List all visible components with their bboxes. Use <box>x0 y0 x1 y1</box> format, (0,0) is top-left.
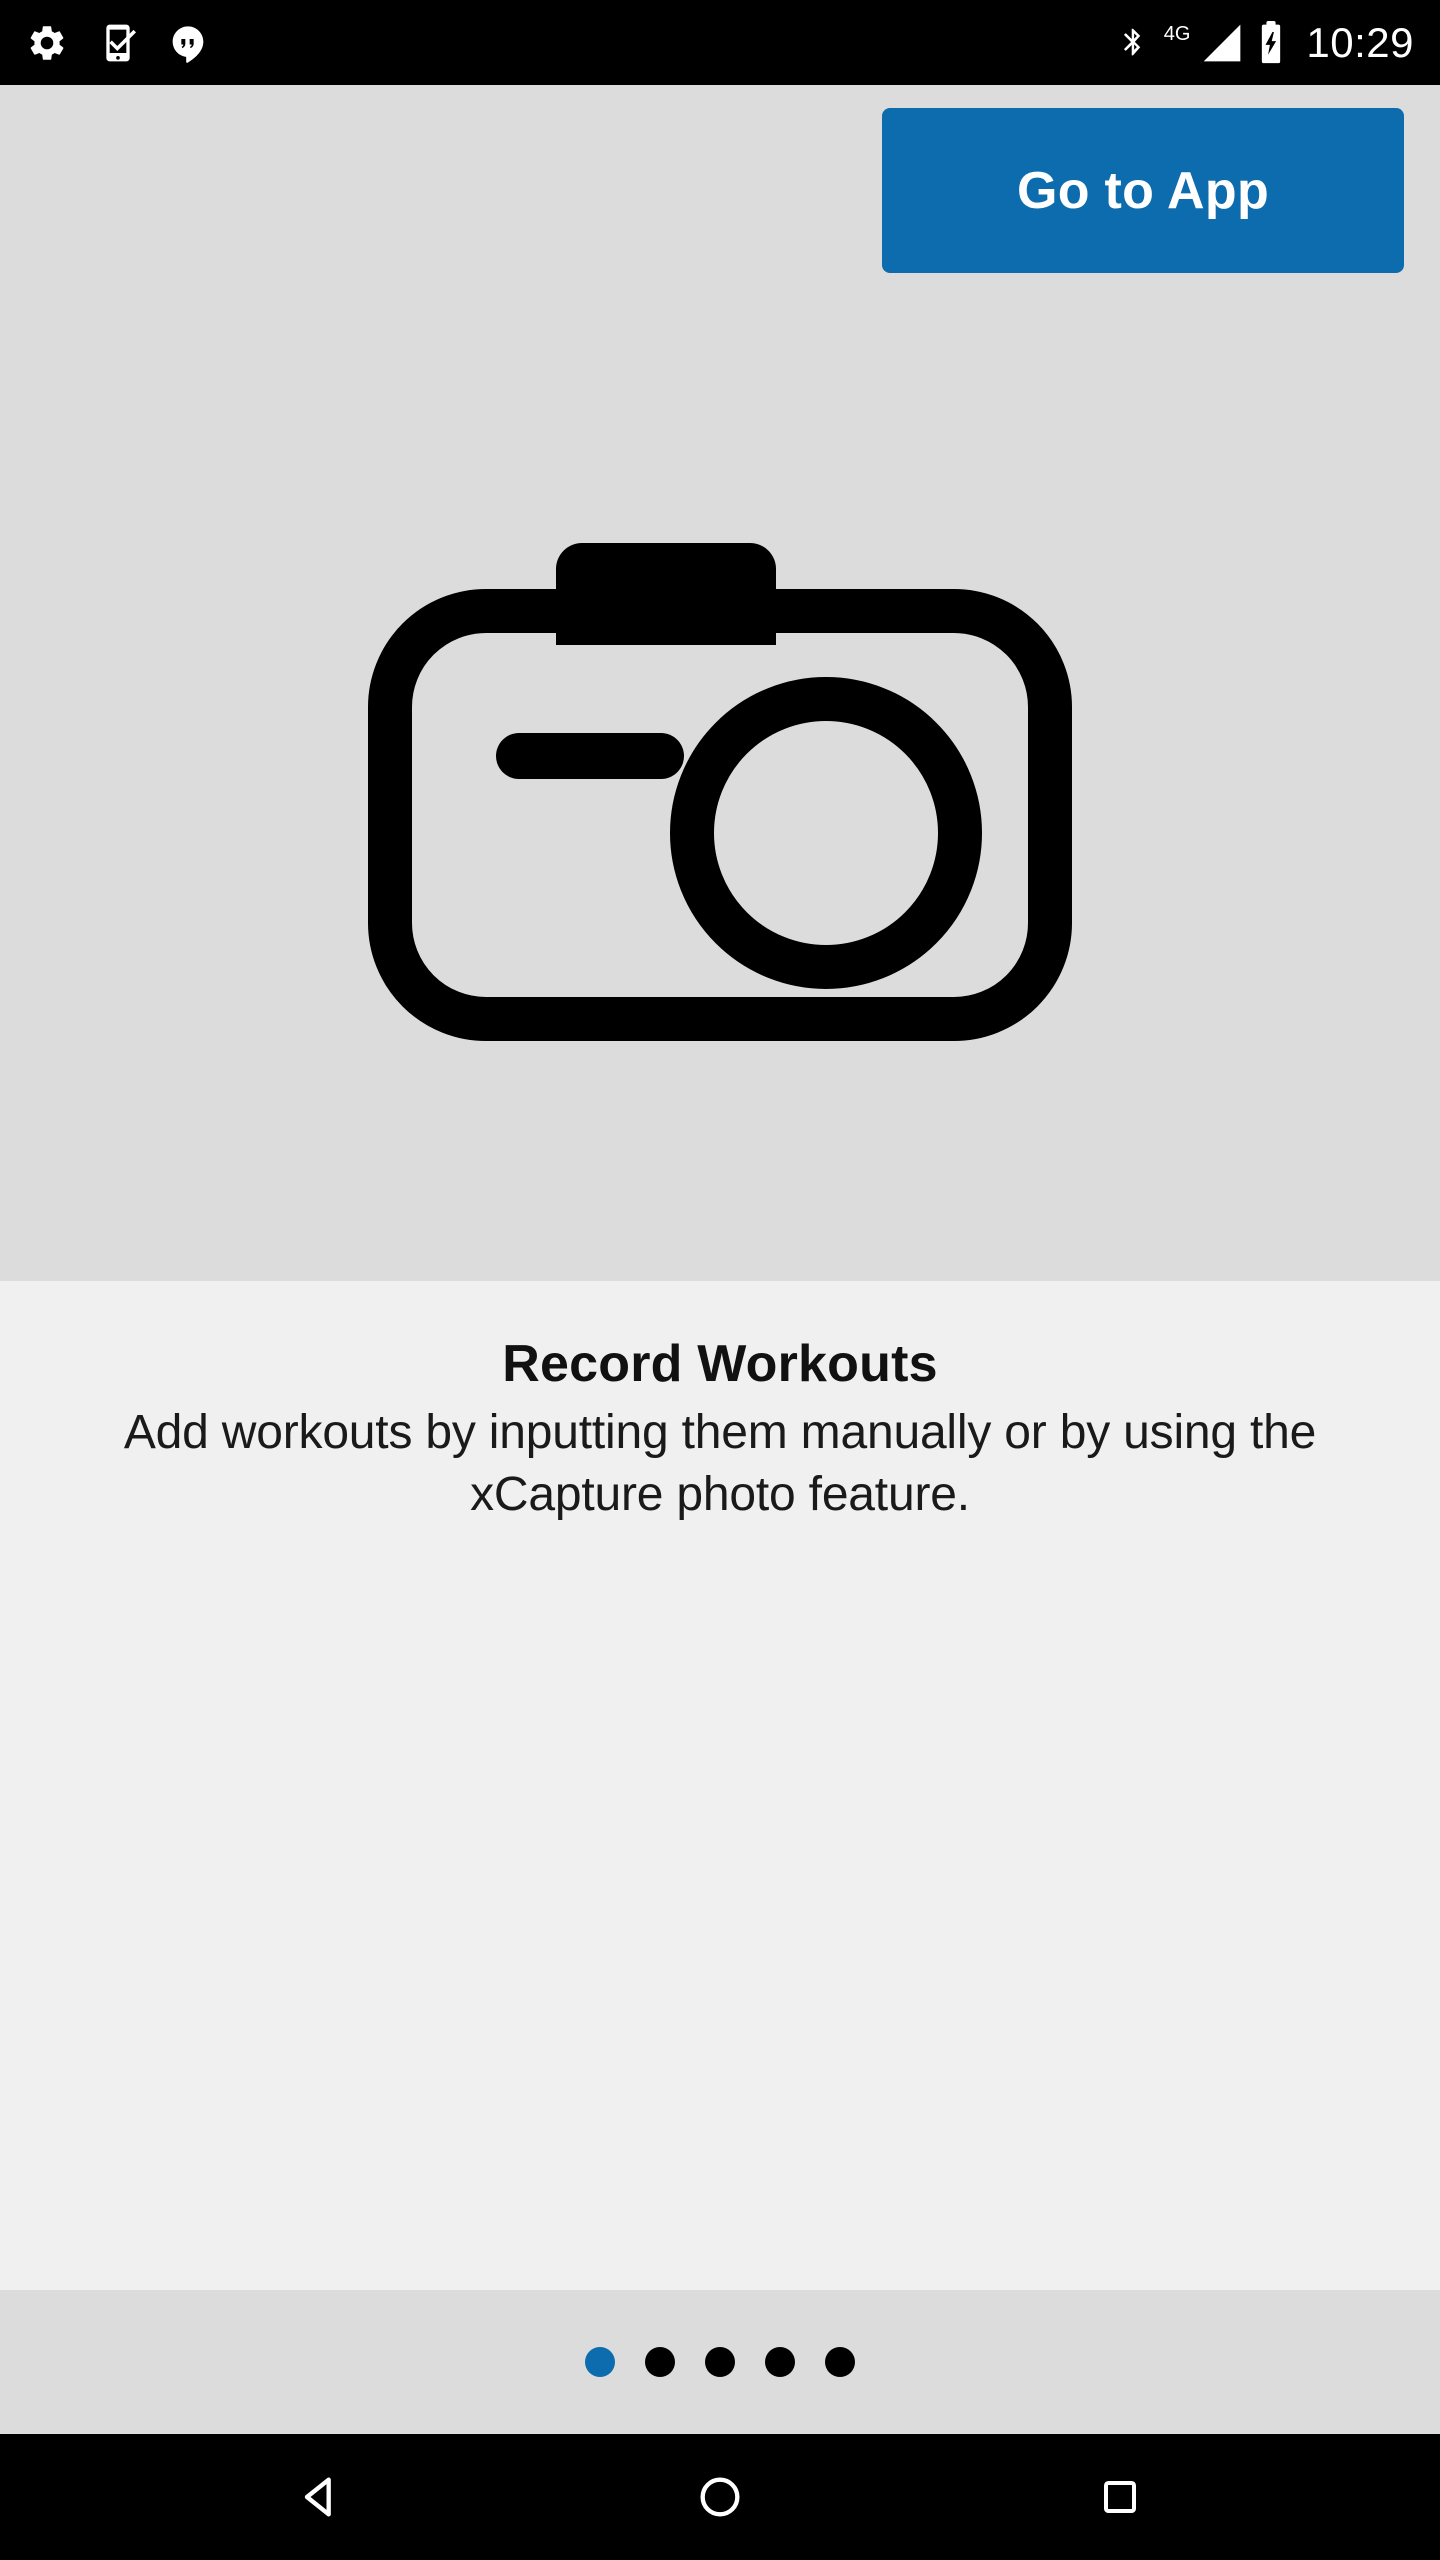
status-bar: 4G 10:29 <box>0 0 1440 85</box>
battery-charging-icon <box>1258 20 1284 65</box>
page-dot-3[interactable] <box>705 2347 735 2377</box>
home-button[interactable] <box>645 2434 795 2560</box>
hangouts-icon <box>168 22 208 64</box>
recents-square-icon <box>1096 2473 1144 2521</box>
page-indicator <box>0 2290 1440 2434</box>
page-dot-1[interactable] <box>585 2347 615 2377</box>
content-panel: Record Workouts Add workouts by inputtin… <box>0 1281 1440 2290</box>
status-bar-system-icons: 4G 10:29 <box>1116 19 1414 67</box>
home-circle-icon <box>694 2471 746 2523</box>
page-dot-5[interactable] <box>825 2347 855 2377</box>
status-bar-clock: 10:29 <box>1306 18 1414 66</box>
page-description: Add workouts by inputting them manually … <box>123 1406 1317 1521</box>
network-type-label: 4G <box>1163 22 1191 45</box>
hero-panel: Go to App <box>0 85 1440 1281</box>
page-dot-2[interactable] <box>645 2347 675 2377</box>
recents-button[interactable] <box>1045 2434 1195 2560</box>
phone-checkmark-icon <box>98 22 138 64</box>
android-navigation-bar <box>0 2434 1440 2560</box>
bluetooth-icon <box>1116 21 1150 65</box>
status-bar-notifications <box>26 22 208 64</box>
signal-bars-icon <box>1200 21 1244 65</box>
back-button[interactable] <box>245 2434 395 2560</box>
page-dot-4[interactable] <box>765 2347 795 2377</box>
onboarding-screen: 4G 10:29 Go to App Record Workouts Add w… <box>0 0 1440 2560</box>
settings-gear-icon <box>26 22 68 64</box>
go-to-app-button[interactable]: Go to App <box>882 108 1404 273</box>
page-title: Record Workouts <box>502 1335 938 1393</box>
back-triangle-icon <box>294 2471 346 2523</box>
